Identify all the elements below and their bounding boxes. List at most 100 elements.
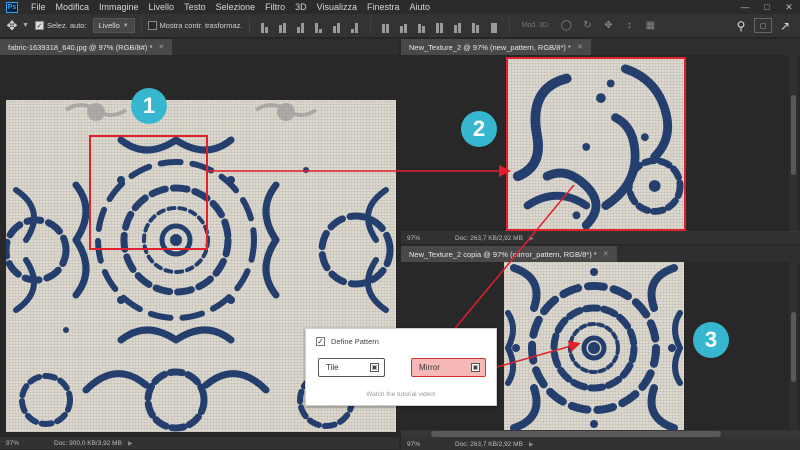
tab-fabric[interactable]: fabric-1639318_640.jpg @ 97% (RGB/8#) * …	[0, 39, 173, 55]
menu-select[interactable]: Selezione	[211, 0, 261, 14]
close-tab-icon[interactable]: ✕	[158, 43, 164, 51]
align-top-icon[interactable]	[258, 19, 272, 33]
auto-select-label: Selez. auto:	[46, 21, 87, 30]
status-bar: 97% Doc: 263,7 KB/2,92 MB ▶	[401, 438, 800, 450]
auto-select-dropdown[interactable]: Livello ▼	[92, 18, 135, 33]
align-left-icon[interactable]	[312, 19, 326, 33]
tab-title: New_Texture_2 copia @ 97% (mirror_patter…	[409, 249, 597, 259]
chevron-right-icon[interactable]: ▶	[529, 235, 534, 242]
mirror-button[interactable]: Mirror ▣	[411, 358, 486, 377]
step-badge-1: 1	[131, 88, 167, 124]
tile-button[interactable]: Tile ▣	[318, 358, 385, 377]
minimize-icon[interactable]: —	[734, 0, 756, 14]
auto-select-toggle[interactable]: ✓ Selez. auto: Livello ▼	[34, 14, 135, 38]
new-pattern-graphic	[512, 64, 684, 229]
mirror-pattern-image[interactable]	[504, 262, 684, 434]
menu-layer[interactable]: Livello	[144, 0, 180, 14]
vertical-scrollbar[interactable]	[789, 55, 798, 231]
close-icon[interactable]: ✕	[778, 0, 800, 14]
tab-new-texture-copy[interactable]: New_Texture_2 copia @ 97% (mirror_patter…	[401, 246, 617, 262]
define-pattern-checkbox[interactable]: ✓	[316, 337, 325, 346]
menu-bar: Ps File Modifica Immagine Livello Testo …	[0, 0, 800, 14]
auto-select-value: Livello	[98, 21, 120, 30]
pan-3d-icon[interactable]: ✥	[602, 19, 615, 32]
mirror-pattern-graphic	[505, 264, 683, 432]
menu-filter[interactable]: Filtro	[260, 0, 290, 14]
document-window-new-pattern: New_Texture_2 @ 97% (new_pattern, RGB/8*…	[401, 39, 800, 244]
options-bar: ✥ ▼ ✓ Selez. auto: Livello ▼ Mostra cont…	[0, 14, 800, 38]
define-pattern-panel: ✓ Define Pattern Tile ▣ Mirror ▣ Watch t…	[305, 328, 497, 406]
show-transform-label: Mostra contr. trasformaz.	[159, 21, 243, 30]
menu-type[interactable]: Testo	[179, 0, 211, 14]
status-bar: 97% Doc: 263,7 KB/2,92 MB ▶	[401, 232, 800, 244]
slide-3d-icon[interactable]: ↕	[623, 19, 636, 32]
distribute-top-icon[interactable]	[379, 19, 393, 33]
step-badge-2: 2	[461, 111, 497, 147]
new-pattern-image[interactable]	[506, 57, 686, 231]
step-badge-3: 3	[693, 322, 729, 358]
doc-size: Doc: 900,0 KB/3,92 MB	[54, 439, 122, 447]
zoom-level[interactable]: 97%	[0, 440, 30, 447]
distribute-vcenter-icon[interactable]	[397, 19, 411, 33]
menu-help[interactable]: Aiuto	[405, 0, 436, 14]
divider	[369, 17, 371, 34]
workspace-icon[interactable]: ▢	[754, 18, 772, 33]
define-pattern-header[interactable]: ✓ Define Pattern	[316, 337, 379, 346]
tab-new-texture[interactable]: New_Texture_2 @ 97% (new_pattern, RGB/8*…	[401, 39, 591, 55]
canvas-area[interactable]	[401, 55, 789, 231]
menu-window[interactable]: Finestra	[362, 0, 405, 14]
menu-3d[interactable]: 3D	[290, 0, 312, 14]
vertical-scrollbar[interactable]	[789, 262, 798, 437]
doc-size: Doc: 263,7 KB/2,92 MB	[455, 234, 523, 242]
chevron-down-icon[interactable]: ▼	[22, 22, 29, 29]
share-icon[interactable]: ↗	[776, 17, 794, 35]
window-controls: — □ ✕	[734, 0, 800, 14]
tile-label: Tile	[326, 363, 339, 372]
options-right: ⚲ ▢ ↗	[732, 17, 794, 35]
tutorial-video-link[interactable]: Watch the tutorial video!	[306, 391, 496, 398]
chevron-right-icon[interactable]: ▶	[128, 440, 133, 447]
distribute-left-icon[interactable]	[433, 19, 447, 33]
align-buttons	[256, 14, 503, 38]
chevron-down-icon: ▼	[122, 22, 129, 29]
scroll-thumb[interactable]	[431, 431, 721, 437]
zoom-level[interactable]: 97%	[401, 441, 431, 448]
scroll-thumb[interactable]	[791, 95, 796, 175]
tab-title: New_Texture_2 @ 97% (new_pattern, RGB/8*…	[409, 42, 571, 52]
move-tool-icon[interactable]: ✥	[4, 18, 20, 34]
search-icon[interactable]: ⚲	[732, 17, 750, 35]
mode-3d-label: Mod. 3D:	[521, 22, 550, 29]
menu-file[interactable]: File	[26, 0, 51, 14]
scale-3d-icon[interactable]: ▦	[644, 19, 657, 32]
menu-edit[interactable]: Modifica	[51, 0, 95, 14]
align-right-icon[interactable]	[348, 19, 362, 33]
roll-3d-icon[interactable]: ↻	[581, 19, 594, 32]
scroll-thumb[interactable]	[791, 312, 796, 382]
doc-size: Doc: 263,7 KB/2,92 MB	[455, 440, 523, 448]
distribute-right-icon[interactable]	[469, 19, 483, 33]
align-bottom-icon[interactable]	[294, 19, 308, 33]
close-tab-icon[interactable]: ✕	[577, 43, 583, 51]
close-tab-icon[interactable]: ✕	[603, 250, 609, 258]
zoom-level[interactable]: 97%	[401, 235, 431, 242]
auto-align-icon[interactable]	[487, 19, 501, 33]
photoshop-logo: Ps	[6, 1, 18, 13]
tab-title: fabric-1639318_640.jpg @ 97% (RGB/8#) *	[8, 42, 153, 52]
divider	[248, 17, 250, 34]
show-transform-checkbox[interactable]	[147, 21, 157, 30]
align-vcenter-icon[interactable]	[276, 19, 290, 33]
align-hcenter-icon[interactable]	[330, 19, 344, 33]
distribute-bottom-icon[interactable]	[415, 19, 429, 33]
orbit-3d-icon[interactable]: ◯	[560, 19, 573, 32]
menu-view[interactable]: Visualizza	[312, 0, 362, 14]
distribute-hcenter-icon[interactable]	[451, 19, 465, 33]
chevron-right-icon[interactable]: ▶	[529, 441, 534, 448]
horizontal-scrollbar[interactable]	[401, 430, 800, 438]
auto-select-checkbox[interactable]: ✓	[34, 21, 44, 30]
show-transform-toggle[interactable]: Mostra contr. trasformaz.	[147, 14, 243, 38]
menu-image[interactable]: Immagine	[94, 0, 144, 14]
tile-icon: ▣	[370, 363, 379, 372]
maximize-icon[interactable]: □	[756, 0, 778, 14]
mirror-icon: ▣	[471, 363, 480, 372]
status-bar: 97% Doc: 900,0 KB/3,92 MB ▶	[0, 437, 399, 449]
